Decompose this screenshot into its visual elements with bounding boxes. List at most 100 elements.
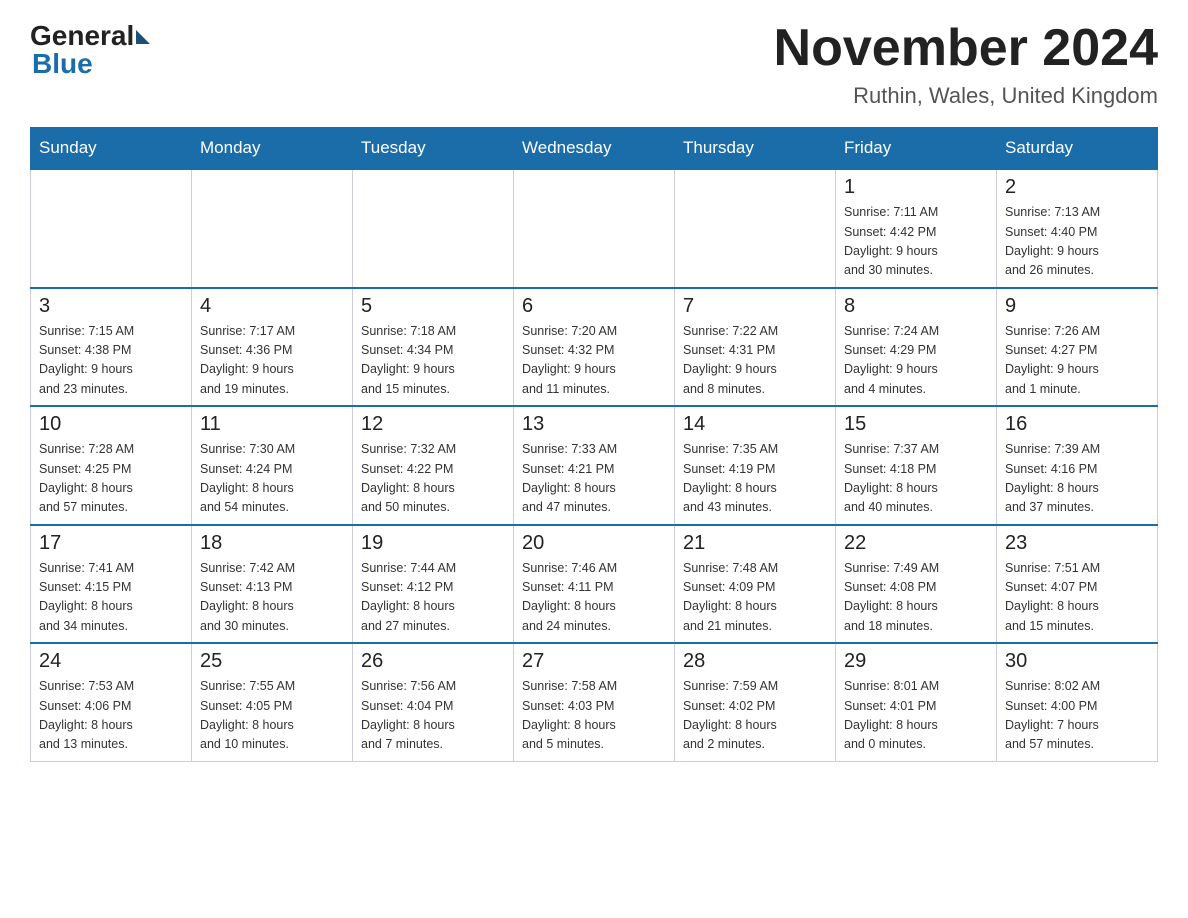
day-number: 6 — [522, 295, 666, 318]
day-number: 26 — [361, 650, 505, 673]
day-number: 4 — [200, 295, 344, 318]
day-number: 11 — [200, 413, 344, 436]
logo: General Blue — [30, 20, 150, 80]
day-info: Sunrise: 7:22 AM Sunset: 4:31 PM Dayligh… — [683, 322, 827, 400]
day-number: 24 — [39, 650, 183, 673]
day-number: 13 — [522, 413, 666, 436]
day-number: 25 — [200, 650, 344, 673]
calendar-cell: 12 Sunrise: 7:32 AM Sunset: 4:22 PM Dayli… — [353, 406, 514, 525]
weekday-header-sunday: Sunday — [31, 128, 192, 170]
calendar-cell: 8 Sunrise: 7:24 AM Sunset: 4:29 PM Daylig… — [836, 288, 997, 407]
day-info: Sunrise: 7:20 AM Sunset: 4:32 PM Dayligh… — [522, 322, 666, 400]
day-number: 23 — [1005, 532, 1149, 555]
calendar-cell: 23 Sunrise: 7:51 AM Sunset: 4:07 PM Dayli… — [997, 525, 1158, 644]
logo-blue-text: Blue — [32, 48, 150, 80]
day-number: 29 — [844, 650, 988, 673]
weekday-header-friday: Friday — [836, 128, 997, 170]
day-info: Sunrise: 7:24 AM Sunset: 4:29 PM Dayligh… — [844, 322, 988, 400]
calendar-cell: 18 Sunrise: 7:42 AM Sunset: 4:13 PM Dayli… — [192, 525, 353, 644]
day-number: 3 — [39, 295, 183, 318]
day-info: Sunrise: 7:18 AM Sunset: 4:34 PM Dayligh… — [361, 322, 505, 400]
week-row-4: 17 Sunrise: 7:41 AM Sunset: 4:15 PM Dayli… — [31, 525, 1158, 644]
day-info: Sunrise: 7:39 AM Sunset: 4:16 PM Dayligh… — [1005, 440, 1149, 518]
day-info: Sunrise: 7:11 AM Sunset: 4:42 PM Dayligh… — [844, 203, 988, 281]
day-number: 27 — [522, 650, 666, 673]
calendar-cell — [31, 169, 192, 288]
day-number: 7 — [683, 295, 827, 318]
calendar-cell: 24 Sunrise: 7:53 AM Sunset: 4:06 PM Dayli… — [31, 643, 192, 761]
day-info: Sunrise: 7:49 AM Sunset: 4:08 PM Dayligh… — [844, 559, 988, 637]
calendar-cell: 10 Sunrise: 7:28 AM Sunset: 4:25 PM Dayli… — [31, 406, 192, 525]
week-row-3: 10 Sunrise: 7:28 AM Sunset: 4:25 PM Dayli… — [31, 406, 1158, 525]
calendar-cell: 17 Sunrise: 7:41 AM Sunset: 4:15 PM Dayli… — [31, 525, 192, 644]
day-number: 5 — [361, 295, 505, 318]
day-number: 8 — [844, 295, 988, 318]
calendar-cell — [192, 169, 353, 288]
calendar-cell: 11 Sunrise: 7:30 AM Sunset: 4:24 PM Dayli… — [192, 406, 353, 525]
day-number: 1 — [844, 176, 988, 199]
calendar-cell — [353, 169, 514, 288]
calendar-cell: 3 Sunrise: 7:15 AM Sunset: 4:38 PM Daylig… — [31, 288, 192, 407]
day-info: Sunrise: 7:41 AM Sunset: 4:15 PM Dayligh… — [39, 559, 183, 637]
day-number: 15 — [844, 413, 988, 436]
calendar-cell: 4 Sunrise: 7:17 AM Sunset: 4:36 PM Daylig… — [192, 288, 353, 407]
day-number: 9 — [1005, 295, 1149, 318]
day-info: Sunrise: 7:17 AM Sunset: 4:36 PM Dayligh… — [200, 322, 344, 400]
day-number: 28 — [683, 650, 827, 673]
weekday-header-saturday: Saturday — [997, 128, 1158, 170]
calendar-cell: 9Sunrise: 7:26 AM Sunset: 4:27 PM Daylig… — [997, 288, 1158, 407]
day-number: 20 — [522, 532, 666, 555]
calendar-cell — [514, 169, 675, 288]
day-number: 30 — [1005, 650, 1149, 673]
day-info: Sunrise: 7:58 AM Sunset: 4:03 PM Dayligh… — [522, 677, 666, 755]
main-title: November 2024 — [774, 20, 1158, 77]
day-info: Sunrise: 7:42 AM Sunset: 4:13 PM Dayligh… — [200, 559, 344, 637]
day-number: 12 — [361, 413, 505, 436]
calendar-cell: 15 Sunrise: 7:37 AM Sunset: 4:18 PM Dayli… — [836, 406, 997, 525]
week-row-5: 24 Sunrise: 7:53 AM Sunset: 4:06 PM Dayli… — [31, 643, 1158, 761]
day-number: 16 — [1005, 413, 1149, 436]
day-info: Sunrise: 7:44 AM Sunset: 4:12 PM Dayligh… — [361, 559, 505, 637]
day-number: 14 — [683, 413, 827, 436]
calendar-cell: 2Sunrise: 7:13 AM Sunset: 4:40 PM Daylig… — [997, 169, 1158, 288]
calendar-cell: 1 Sunrise: 7:11 AM Sunset: 4:42 PM Daylig… — [836, 169, 997, 288]
day-info: Sunrise: 7:28 AM Sunset: 4:25 PM Dayligh… — [39, 440, 183, 518]
weekday-header-thursday: Thursday — [675, 128, 836, 170]
calendar-cell: 5 Sunrise: 7:18 AM Sunset: 4:34 PM Daylig… — [353, 288, 514, 407]
day-info: Sunrise: 7:46 AM Sunset: 4:11 PM Dayligh… — [522, 559, 666, 637]
day-number: 18 — [200, 532, 344, 555]
calendar-cell: 25Sunrise: 7:55 AM Sunset: 4:05 PM Dayli… — [192, 643, 353, 761]
weekday-header-tuesday: Tuesday — [353, 128, 514, 170]
day-info: Sunrise: 7:51 AM Sunset: 4:07 PM Dayligh… — [1005, 559, 1149, 637]
day-info: Sunrise: 7:59 AM Sunset: 4:02 PM Dayligh… — [683, 677, 827, 755]
day-info: Sunrise: 7:53 AM Sunset: 4:06 PM Dayligh… — [39, 677, 183, 755]
logo-arrow-icon — [136, 30, 150, 44]
day-number: 17 — [39, 532, 183, 555]
day-info: Sunrise: 7:13 AM Sunset: 4:40 PM Dayligh… — [1005, 203, 1149, 281]
calendar-cell: 21Sunrise: 7:48 AM Sunset: 4:09 PM Dayli… — [675, 525, 836, 644]
week-row-2: 3 Sunrise: 7:15 AM Sunset: 4:38 PM Daylig… — [31, 288, 1158, 407]
title-area: November 2024 Ruthin, Wales, United King… — [774, 20, 1158, 109]
day-info: Sunrise: 7:37 AM Sunset: 4:18 PM Dayligh… — [844, 440, 988, 518]
weekday-header-monday: Monday — [192, 128, 353, 170]
day-info: Sunrise: 7:48 AM Sunset: 4:09 PM Dayligh… — [683, 559, 827, 637]
calendar-cell: 19Sunrise: 7:44 AM Sunset: 4:12 PM Dayli… — [353, 525, 514, 644]
calendar-cell: 20 Sunrise: 7:46 AM Sunset: 4:11 PM Dayli… — [514, 525, 675, 644]
calendar-cell: 27 Sunrise: 7:58 AM Sunset: 4:03 PM Dayli… — [514, 643, 675, 761]
calendar-cell: 13Sunrise: 7:33 AM Sunset: 4:21 PM Dayli… — [514, 406, 675, 525]
day-number: 22 — [844, 532, 988, 555]
calendar-cell: 26Sunrise: 7:56 AM Sunset: 4:04 PM Dayli… — [353, 643, 514, 761]
day-info: Sunrise: 7:15 AM Sunset: 4:38 PM Dayligh… — [39, 322, 183, 400]
day-info: Sunrise: 7:32 AM Sunset: 4:22 PM Dayligh… — [361, 440, 505, 518]
calendar-cell — [675, 169, 836, 288]
calendar-cell: 28 Sunrise: 7:59 AM Sunset: 4:02 PM Dayli… — [675, 643, 836, 761]
day-info: Sunrise: 7:30 AM Sunset: 4:24 PM Dayligh… — [200, 440, 344, 518]
calendar: SundayMondayTuesdayWednesdayThursdayFrid… — [30, 127, 1158, 762]
calendar-cell: 14Sunrise: 7:35 AM Sunset: 4:19 PM Dayli… — [675, 406, 836, 525]
calendar-cell: 22 Sunrise: 7:49 AM Sunset: 4:08 PM Dayli… — [836, 525, 997, 644]
weekday-header-wednesday: Wednesday — [514, 128, 675, 170]
header: General Blue November 2024 Ruthin, Wales… — [30, 20, 1158, 109]
day-number: 10 — [39, 413, 183, 436]
calendar-cell: 6 Sunrise: 7:20 AM Sunset: 4:32 PM Daylig… — [514, 288, 675, 407]
day-info: Sunrise: 8:02 AM Sunset: 4:00 PM Dayligh… — [1005, 677, 1149, 755]
